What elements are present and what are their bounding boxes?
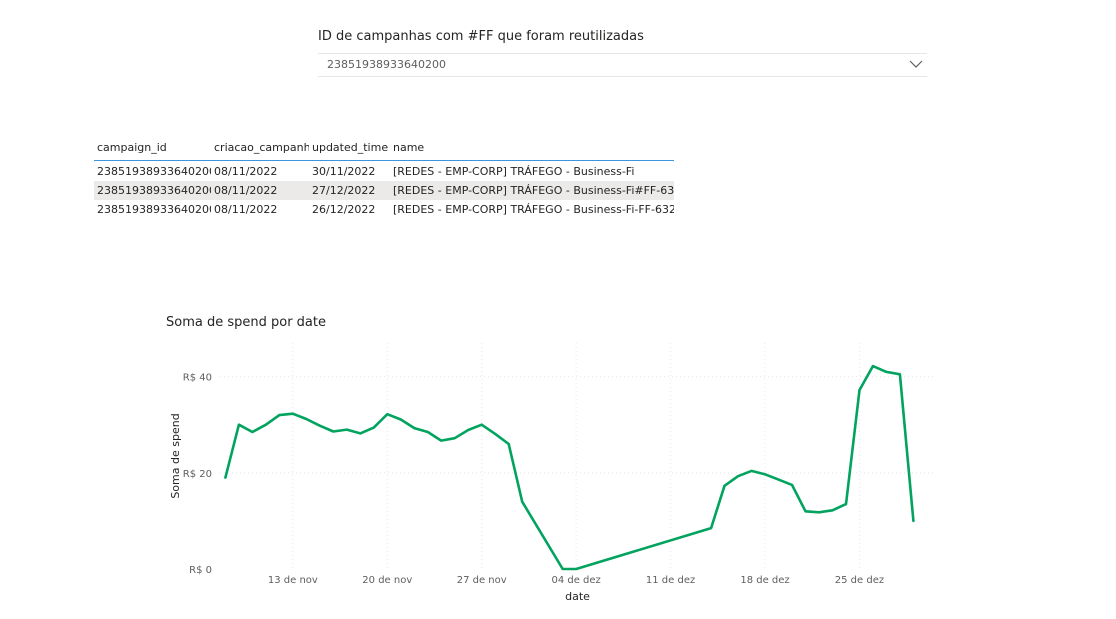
data-point: [452, 436, 457, 441]
data-point: [506, 441, 511, 446]
data-point: [574, 567, 579, 572]
spend-line-chart[interactable]: R$ 0 R$ 20 R$ 40 13 de nov 20 de nov 27 de no…: [0, 0, 1116, 619]
data-point: [776, 477, 781, 482]
data-point: [870, 364, 875, 369]
data-point: [236, 422, 241, 427]
data-point: [358, 431, 363, 436]
data-point: [736, 474, 741, 479]
data-point: [857, 388, 862, 393]
data-point: [520, 499, 525, 504]
x-tick-label: 18 de dez: [740, 575, 789, 586]
y-axis-label: Soma de spend: [169, 413, 182, 498]
data-point: [790, 482, 795, 487]
y-tick-label: R$ 40: [183, 373, 212, 384]
data-point: [911, 518, 916, 523]
data-point: [884, 369, 889, 374]
data-point: [763, 472, 768, 477]
data-point: [439, 438, 444, 443]
data-point: [830, 508, 835, 513]
data-point: [493, 431, 498, 436]
data-point: [425, 429, 430, 434]
data-point: [479, 422, 484, 427]
data-point: [331, 429, 336, 434]
data-point: [304, 416, 309, 421]
data-point: [816, 510, 821, 515]
data-point: [722, 483, 727, 488]
x-tick-label: 20 de nov: [362, 575, 412, 586]
data-point: [466, 428, 471, 433]
x-axis-label: date: [565, 590, 590, 603]
data-point: [290, 411, 295, 416]
data-point: [803, 509, 808, 514]
data-point: [263, 422, 268, 427]
data-point: [709, 526, 714, 531]
data-point: [398, 417, 403, 422]
x-tick-label: 27 de nov: [457, 575, 507, 586]
data-point: [371, 425, 376, 430]
data-point: [897, 372, 902, 377]
x-tick-label: 13 de nov: [268, 575, 318, 586]
data-point: [344, 427, 349, 432]
x-tick-label: 25 de dez: [835, 575, 884, 586]
data-point: [223, 475, 228, 480]
y-tick-label: R$ 20: [183, 469, 212, 480]
data-point: [250, 429, 255, 434]
data-point: [277, 413, 282, 418]
data-point: [385, 412, 390, 417]
data-point: [843, 502, 848, 507]
x-tick-label: 11 de dez: [646, 575, 695, 586]
data-point: [412, 426, 417, 431]
data-point: [317, 423, 322, 428]
x-tick-label: 04 de dez: [551, 575, 600, 586]
data-point: [560, 567, 565, 572]
y-tick-label: R$ 0: [189, 565, 212, 576]
spend-series-line: [224, 364, 915, 571]
data-point: [749, 468, 754, 473]
